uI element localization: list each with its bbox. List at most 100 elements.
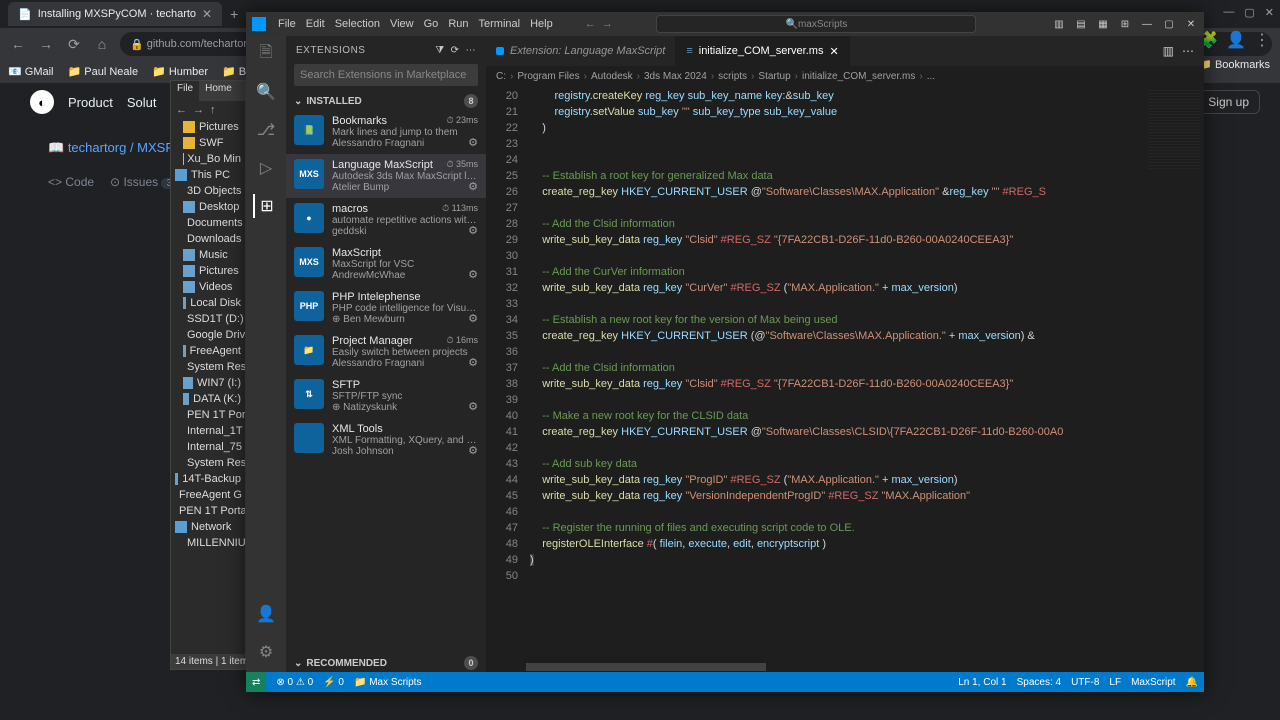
menu-item[interactable]: File xyxy=(278,18,296,30)
tree-item[interactable]: Local Disk xyxy=(171,295,245,311)
tree-item[interactable]: 14T-Backup xyxy=(171,471,245,487)
editor-tab[interactable]: ≡ initialize_COM_server.ms ✕ xyxy=(676,36,849,66)
tree-item[interactable]: PEN 1T Por xyxy=(171,407,245,423)
breadcrumb-segment[interactable]: C: xyxy=(496,71,506,82)
search-icon[interactable]: 🔍 xyxy=(254,80,278,104)
breadcrumb-segment[interactable]: Autodesk xyxy=(591,71,633,82)
menu-item[interactable]: Selection xyxy=(335,18,380,30)
settings-gear-icon[interactable]: ⚙ xyxy=(254,640,278,664)
tree-item[interactable]: Pictures xyxy=(171,263,245,279)
window-close-icon[interactable]: ✕ xyxy=(1184,19,1198,30)
refresh-icon[interactable]: ⟳ xyxy=(451,45,460,56)
debug-icon[interactable]: ▷ xyxy=(254,156,278,180)
tab-close-icon[interactable]: ✕ xyxy=(202,7,212,21)
tree-item[interactable]: Internal_75 xyxy=(171,439,245,455)
bookmark-item[interactable]: 📧 GMail xyxy=(8,65,54,78)
gh-menu-solutions[interactable]: Solut xyxy=(127,95,157,110)
window-minimize-icon[interactable]: — xyxy=(1140,19,1154,30)
status-eol[interactable]: LF xyxy=(1109,677,1121,688)
gh-menu-product[interactable]: Product xyxy=(68,95,113,110)
split-icon[interactable]: ▥ xyxy=(1163,44,1174,58)
nav-back-icon[interactable]: ← xyxy=(585,18,596,30)
remote-indicator[interactable]: ⇄ xyxy=(246,672,266,692)
breadcrumb-segment[interactable]: scripts xyxy=(718,71,747,82)
home-button[interactable]: ⌂ xyxy=(92,36,112,52)
back-button[interactable]: ← xyxy=(8,36,28,52)
status-language[interactable]: MaxScript xyxy=(1131,677,1175,688)
status-problems[interactable]: ⊗ 0 ⚠ 0 xyxy=(276,677,313,688)
layout-icon[interactable]: ⊞ xyxy=(1118,19,1132,30)
menu-item[interactable]: Go xyxy=(424,18,439,30)
installed-section[interactable]: ⌄ INSTALLED 8 xyxy=(286,92,486,110)
forward-button[interactable]: → xyxy=(36,36,56,52)
gear-icon[interactable]: ⚙ xyxy=(468,224,478,237)
breadcrumb[interactable]: C:›Program Files›Autodesk›3ds Max 2024›s… xyxy=(486,66,1204,86)
layout-icon[interactable]: ▦ xyxy=(1096,19,1110,30)
extension-item[interactable]: PHP PHP Intelephense PHP code intelligen… xyxy=(286,286,486,330)
bookmark-item[interactable]: 📁 Paul Neale xyxy=(68,65,139,78)
tree-item[interactable]: FreeAgent xyxy=(171,343,245,359)
extension-item[interactable]: MXS Language MaxScript Autodesk 3ds Max … xyxy=(286,154,486,198)
nav-forward-icon[interactable]: → xyxy=(602,18,613,30)
explorer-icon[interactable]: 🗎 xyxy=(254,42,278,66)
gear-icon[interactable]: ⚙ xyxy=(468,268,478,281)
gear-icon[interactable]: ⚙ xyxy=(468,180,478,193)
tree-item[interactable]: SSD1T (D:) xyxy=(171,311,245,327)
tree-item[interactable]: WIN7 (I:) xyxy=(171,375,245,391)
editor-tab[interactable]: Extension: Language MaxScript xyxy=(486,36,676,66)
extension-item[interactable]: ● macros automate repetitive actions wit… xyxy=(286,198,486,242)
breadcrumb-segment[interactable]: Startup xyxy=(758,71,790,82)
notifications-bell-icon[interactable]: 🔔 xyxy=(1186,677,1198,688)
status-ports[interactable]: ⚡ 0 xyxy=(323,677,344,688)
gear-icon[interactable]: ⚙ xyxy=(468,312,478,325)
tree-item[interactable]: Network xyxy=(171,519,245,535)
ribbon-tab-file[interactable]: File xyxy=(171,81,199,101)
breadcrumb-segment[interactable]: Program Files xyxy=(517,71,579,82)
breadcrumb-segment[interactable]: 3ds Max 2024 xyxy=(644,71,707,82)
extension-search-input[interactable]: Search Extensions in Marketplace xyxy=(294,64,478,86)
tree-item[interactable]: Videos xyxy=(171,279,245,295)
breadcrumb-segment[interactable]: initialize_COM_server.ms xyxy=(802,71,915,82)
tree-item[interactable]: Xu_Bo Min xyxy=(171,151,245,167)
extension-item[interactable]: XML Tools XML Formatting, XQuery, and XP… xyxy=(286,418,486,462)
menu-icon[interactable]: ⋮ xyxy=(1254,30,1270,50)
tab-issues[interactable]: ⊙ Issues 3 xyxy=(110,175,177,189)
menu-item[interactable]: View xyxy=(390,18,414,30)
breadcrumb-segment[interactable]: ... xyxy=(927,71,935,82)
tree-item[interactable]: FreeAgent G xyxy=(171,487,245,503)
window-maximize-icon[interactable]: ▢ xyxy=(1244,6,1254,19)
github-logo-icon[interactable]: ◐ xyxy=(30,90,54,114)
gear-icon[interactable]: ⚙ xyxy=(468,400,478,413)
extension-item[interactable]: 📗 Bookmarks Mark lines and jump to them … xyxy=(286,110,486,154)
tree-item[interactable]: System Res xyxy=(171,359,245,375)
tree-item[interactable]: PEN 1T Porta xyxy=(171,503,245,519)
repo-breadcrumb[interactable]: 📖 techartorg / MXSP xyxy=(48,140,174,156)
tree-item[interactable]: Google Driv xyxy=(171,327,245,343)
extensions-icon[interactable]: ⊞ xyxy=(253,194,277,218)
nav-up-icon[interactable]: ↑ xyxy=(210,104,216,116)
status-folder[interactable]: 📁 Max Scripts xyxy=(354,677,421,688)
layout-icon[interactable]: ▥ xyxy=(1052,19,1066,30)
window-maximize-icon[interactable]: ▢ xyxy=(1162,19,1176,30)
tree-item[interactable]: SWF xyxy=(171,135,245,151)
tree-item[interactable]: Documents xyxy=(171,215,245,231)
recommended-section[interactable]: ⌄ RECOMMENDED 0 xyxy=(286,654,486,672)
nav-back-icon[interactable]: ← xyxy=(176,104,187,116)
tree-item[interactable]: Desktop xyxy=(171,199,245,215)
gear-icon[interactable]: ⚙ xyxy=(468,356,478,369)
horizontal-scrollbar[interactable] xyxy=(486,662,1204,672)
bookmarks-overflow[interactable]: 📁 Bookmarks xyxy=(1198,58,1270,71)
tree-item[interactable]: DATA (K:) xyxy=(171,391,245,407)
tree-item[interactable]: System Res xyxy=(171,455,245,471)
menu-item[interactable]: Run xyxy=(448,18,468,30)
minimap[interactable] xyxy=(1144,86,1204,662)
status-indent[interactable]: Spaces: 4 xyxy=(1017,677,1061,688)
tree-item[interactable]: MILLENNIU xyxy=(171,535,245,551)
window-close-icon[interactable]: ✕ xyxy=(1265,6,1274,19)
tree-item[interactable]: Music xyxy=(171,247,245,263)
account-icon[interactable]: 👤 xyxy=(254,602,278,626)
bookmark-item[interactable]: 📁 Humber xyxy=(152,65,208,78)
tree-item[interactable]: Pictures xyxy=(171,119,245,135)
scrollbar-thumb[interactable] xyxy=(526,663,766,671)
gear-icon[interactable]: ⚙ xyxy=(468,136,478,149)
